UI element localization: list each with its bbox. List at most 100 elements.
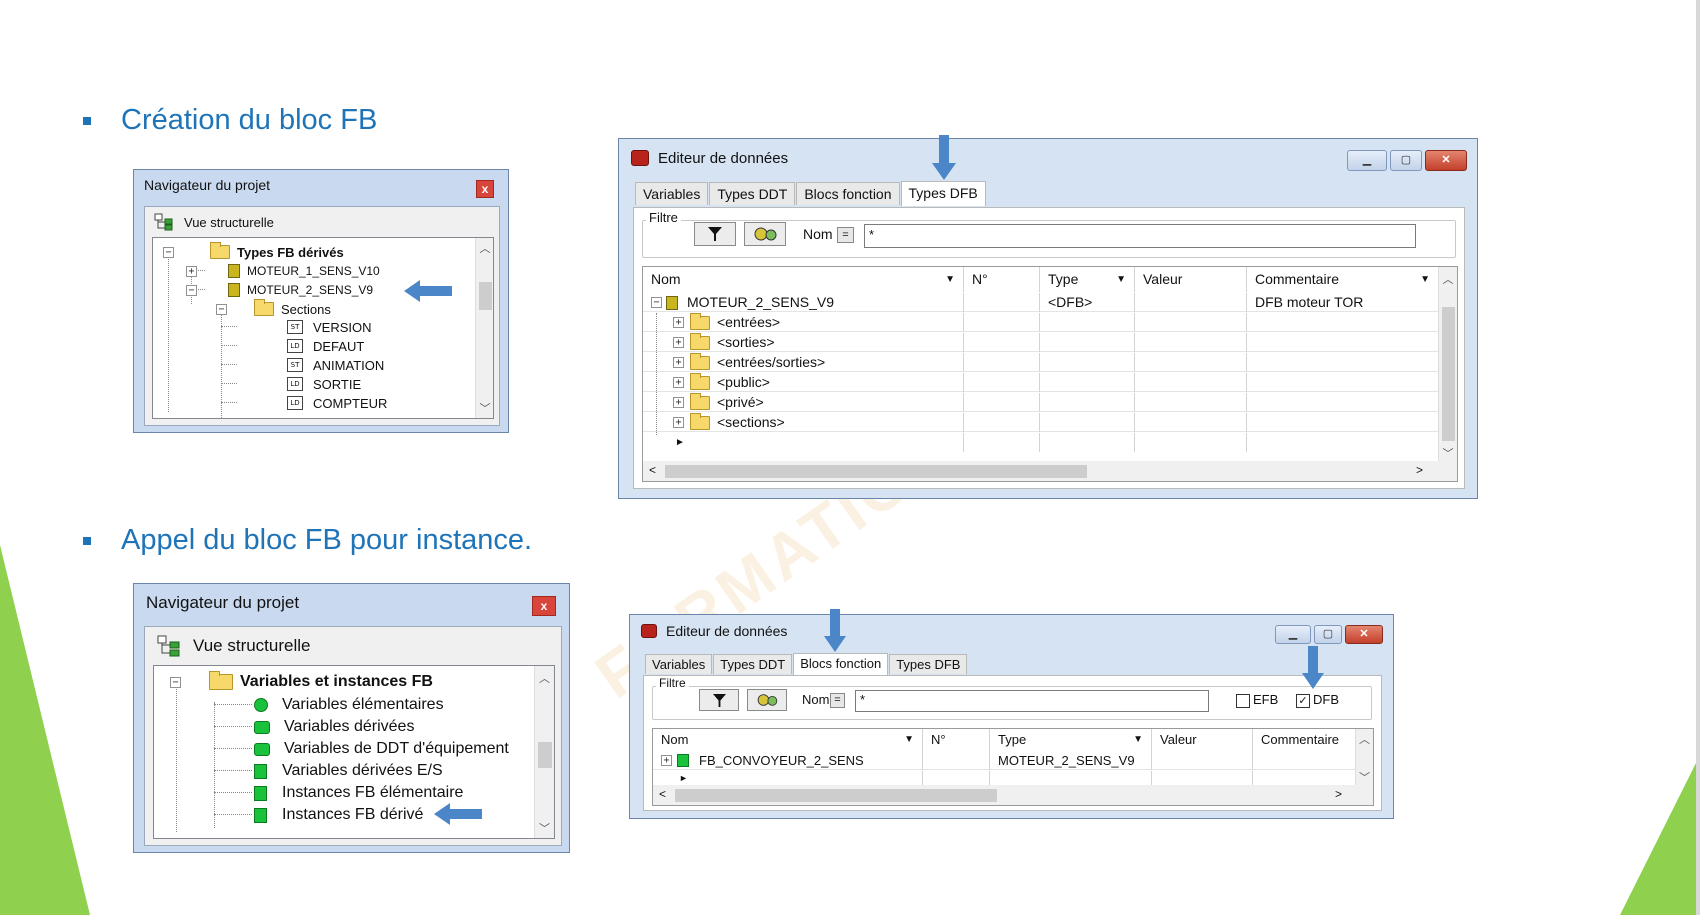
collapse-icon[interactable]: − xyxy=(216,303,227,315)
new-row[interactable]: ► xyxy=(653,771,1355,785)
table-row[interactable]: + <privé> xyxy=(643,393,1438,412)
name-filter-input[interactable]: * xyxy=(864,224,1416,248)
table-row[interactable]: + <entrées> xyxy=(643,313,1438,332)
tree-section-item[interactable]: LD DEFAUT xyxy=(287,337,364,355)
dropdown-arrow-icon[interactable]: ▼ xyxy=(904,729,914,751)
vertical-scrollbar[interactable]: ︿ ﹀ xyxy=(475,238,493,418)
minimize-button[interactable]: ▁ xyxy=(1347,150,1387,171)
table-row[interactable]: + <entrées/sorties> xyxy=(643,353,1438,372)
tab-types-dfb[interactable]: Types DFB xyxy=(900,181,986,206)
view-selector[interactable]: Vue structurelle xyxy=(154,211,274,233)
column-header-valeur[interactable]: Valeur xyxy=(1152,729,1253,751)
close-button[interactable]: ✕ xyxy=(1345,625,1383,644)
scroll-thumb[interactable] xyxy=(479,282,492,310)
vertical-scrollbar[interactable]: ︿ ﹀ xyxy=(1355,729,1373,785)
efb-checkbox[interactable] xyxy=(1236,694,1250,708)
vertical-scrollbar[interactable]: ︿ ﹀ xyxy=(1438,267,1457,461)
tree-item-variables-ddt[interactable]: Variables de DDT d'équipement xyxy=(254,738,509,760)
view-selector[interactable]: Vue structurelle xyxy=(157,633,310,659)
minimize-button[interactable]: ▁ xyxy=(1275,625,1311,644)
tab-blocs-fonction[interactable]: Blocs fonction xyxy=(796,182,900,205)
scroll-up-icon[interactable]: ︿ xyxy=(476,240,493,256)
tree-item-variables-elementaires[interactable]: Variables élémentaires xyxy=(254,694,444,716)
collapse-icon[interactable]: − xyxy=(651,297,662,308)
tree-root-types-fb[interactable]: − Types FB dérivés xyxy=(163,242,344,261)
scroll-thumb[interactable] xyxy=(1442,307,1455,441)
column-header-commentaire[interactable]: Commentaire xyxy=(1253,729,1355,751)
scroll-thumb[interactable] xyxy=(665,465,1087,478)
maximize-button[interactable]: ▢ xyxy=(1314,625,1342,644)
tab-types-ddt[interactable]: Types DDT xyxy=(713,654,793,674)
dfb-checkbox[interactable]: ✓ xyxy=(1296,694,1310,708)
tree-item-moteur-1[interactable]: + MOTEUR_1_SENS_V10 xyxy=(186,262,380,280)
horizontal-scrollbar[interactable]: < > xyxy=(643,461,1457,481)
scroll-down-icon[interactable]: ﹀ xyxy=(535,820,554,836)
column-header-type[interactable]: Type ▼ xyxy=(990,729,1152,751)
filter-funnel-button[interactable] xyxy=(694,222,736,246)
dropdown-arrow-icon[interactable]: ▼ xyxy=(945,267,955,292)
name-filter-input[interactable]: * xyxy=(855,690,1209,712)
scroll-up-icon[interactable]: ︿ xyxy=(1356,731,1373,747)
tree-item-instances-efb[interactable]: Instances FB élémentaire xyxy=(254,782,463,804)
scroll-left-icon[interactable]: < xyxy=(649,463,656,477)
maximize-button[interactable]: ▢ xyxy=(1390,150,1422,171)
expand-icon[interactable]: + xyxy=(186,265,197,277)
column-header-commentaire[interactable]: Commentaire ▼ xyxy=(1247,267,1438,292)
collapse-icon[interactable]: − xyxy=(170,676,181,688)
collapse-icon[interactable]: − xyxy=(186,284,197,296)
tree-section-item[interactable]: LD COMPTEUR xyxy=(287,394,387,412)
scroll-right-icon[interactable]: > xyxy=(1335,787,1342,801)
scroll-down-icon[interactable]: ﹀ xyxy=(1356,769,1373,785)
new-row[interactable]: ► xyxy=(643,433,1438,452)
column-header-numero[interactable]: N° xyxy=(964,267,1040,292)
tree-item-sections[interactable]: − Sections xyxy=(216,299,331,318)
tab-types-ddt[interactable]: Types DDT xyxy=(709,182,796,205)
filter-options-button[interactable] xyxy=(747,689,787,711)
scroll-up-icon[interactable]: ︿ xyxy=(535,670,554,686)
tree-item-moteur-2[interactable]: − MOTEUR_2_SENS_V9 xyxy=(186,281,373,299)
scroll-right-icon[interactable]: > xyxy=(1416,463,1423,477)
table-row[interactable]: − MOTEUR_2_SENS_V9 <DFB> DFB moteur TOR xyxy=(643,293,1438,312)
scroll-left-icon[interactable]: < xyxy=(659,787,666,801)
scroll-up-icon[interactable]: ︿ xyxy=(1439,271,1457,287)
close-button[interactable]: x xyxy=(476,180,494,198)
dropdown-arrow-icon[interactable]: ▼ xyxy=(1420,267,1430,292)
tab-variables[interactable]: Variables xyxy=(635,182,709,205)
expand-icon[interactable]: + xyxy=(673,357,684,368)
table-row[interactable]: + <sorties> xyxy=(643,333,1438,352)
scroll-thumb[interactable] xyxy=(538,742,552,768)
column-header-nom[interactable]: Nom ▼ xyxy=(643,267,964,292)
scroll-down-icon[interactable]: ﹀ xyxy=(1439,445,1457,461)
collapse-icon[interactable]: − xyxy=(163,246,174,258)
tree-section-item[interactable]: LD SORTIE xyxy=(287,375,361,393)
scroll-thumb[interactable] xyxy=(675,789,997,802)
tree-section-item[interactable]: ST ANIMATION xyxy=(287,356,384,374)
scroll-down-icon[interactable]: ﹀ xyxy=(476,400,493,416)
tab-blocs-fonction[interactable]: Blocs fonction xyxy=(793,653,889,675)
tab-variables[interactable]: Variables xyxy=(645,654,713,674)
expand-icon[interactable]: + xyxy=(661,755,672,766)
expand-icon[interactable]: + xyxy=(673,417,684,428)
column-header-type[interactable]: Type ▼ xyxy=(1040,267,1135,292)
filter-options-button[interactable] xyxy=(744,222,786,246)
filter-funnel-button[interactable] xyxy=(699,689,739,711)
expand-icon[interactable]: + xyxy=(673,337,684,348)
horizontal-scrollbar[interactable]: < > xyxy=(653,785,1373,805)
tab-types-dfb[interactable]: Types DFB xyxy=(889,654,968,674)
tree-root-variables-fb[interactable]: − Variables et instances FB xyxy=(170,671,433,693)
table-row[interactable]: + <public> xyxy=(643,373,1438,392)
expand-icon[interactable]: + xyxy=(673,397,684,408)
dropdown-arrow-icon[interactable]: ▼ xyxy=(1116,267,1126,292)
tree-section-item[interactable]: ST VERSION xyxy=(287,318,372,336)
tree-item-instances-dfb[interactable]: Instances FB dérivé xyxy=(254,804,423,826)
expand-icon[interactable]: + xyxy=(673,317,684,328)
close-button[interactable]: ✕ xyxy=(1425,150,1467,171)
column-header-valeur[interactable]: Valeur xyxy=(1135,267,1247,292)
vertical-scrollbar[interactable]: ︿ ﹀ xyxy=(534,666,554,838)
column-header-nom[interactable]: Nom ▼ xyxy=(653,729,923,751)
tree-item-variables-derivees[interactable]: Variables dérivées xyxy=(254,716,414,738)
equals-operator-button[interactable]: = xyxy=(837,227,854,243)
close-button[interactable]: x xyxy=(532,596,556,616)
tree-item-variables-es[interactable]: Variables dérivées E/S xyxy=(254,760,443,782)
dropdown-arrow-icon[interactable]: ▼ xyxy=(1133,729,1143,751)
